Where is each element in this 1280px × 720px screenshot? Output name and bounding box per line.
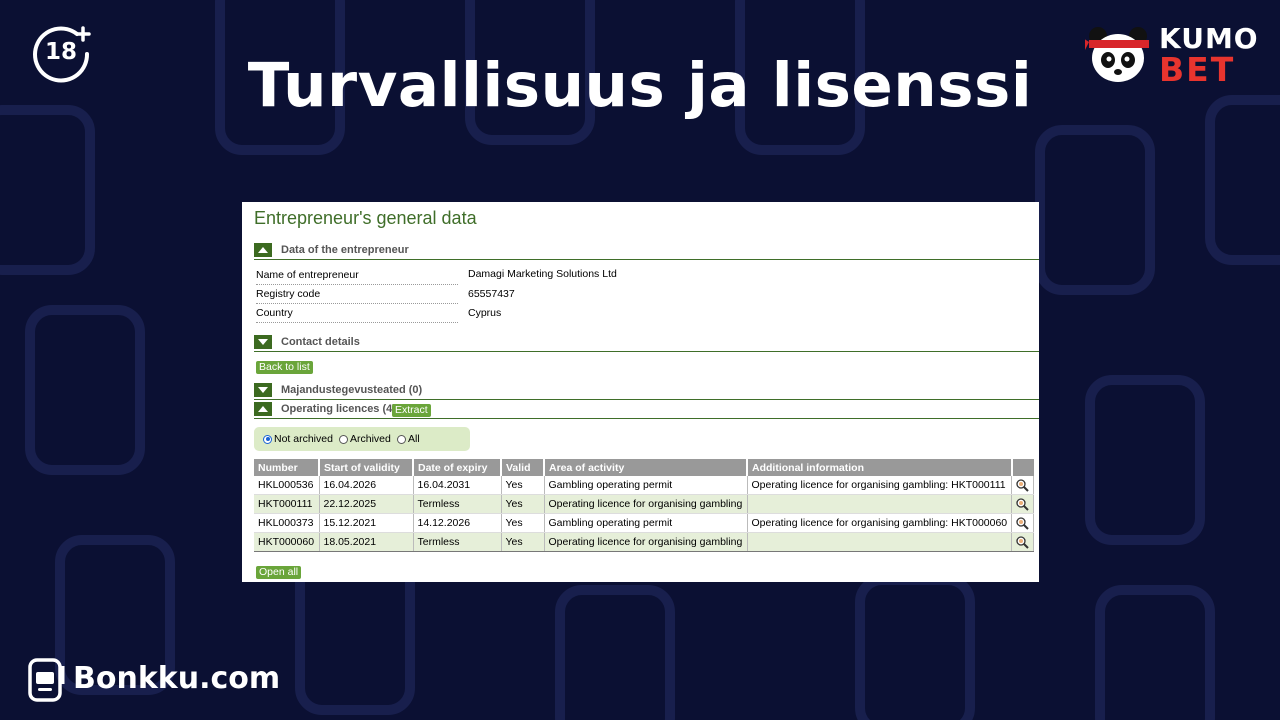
panda-mascot-icon	[1085, 27, 1149, 82]
section-majandus-header[interactable]: Majandustegevusteated (0)	[254, 383, 1039, 400]
back-to-list-button[interactable]: Back to list	[256, 361, 313, 374]
view-details-button[interactable]	[1011, 532, 1035, 552]
filter-not-archived[interactable]: Not archived	[263, 433, 333, 445]
cell-number: HKL000373	[254, 513, 320, 533]
section-licences-label: Operating licences (4)	[281, 403, 396, 415]
column-header-actions	[1011, 459, 1034, 476]
magnifier-icon[interactable]	[1016, 497, 1029, 511]
cell-number: HKT000060	[254, 532, 320, 552]
logo-text-bet: BET	[1159, 50, 1236, 89]
radio-selected-icon[interactable]	[263, 434, 272, 444]
section-entrepreneur-header[interactable]: Data of the entrepreneur	[254, 243, 1039, 260]
column-header[interactable]: Area of activity	[544, 459, 748, 476]
column-header[interactable]: Number	[254, 459, 320, 476]
column-header[interactable]: Additional information	[747, 459, 1013, 476]
cell-valid: Yes	[501, 494, 545, 514]
cell-valid: Yes	[501, 532, 545, 552]
table-row: HKL000536 16.04.2026 16.04.2031 Yes Gamb…	[254, 476, 1035, 495]
filter-archived[interactable]: Archived	[339, 433, 391, 445]
filter-all[interactable]: All	[397, 433, 420, 445]
expand-down-icon[interactable]	[254, 383, 272, 397]
magnifier-icon[interactable]	[1016, 478, 1029, 492]
kumobet-logo: KUMO BET	[1085, 22, 1258, 89]
field-label-registry: Registry code	[256, 285, 458, 304]
expand-down-icon[interactable]	[254, 335, 272, 349]
magnifier-icon[interactable]	[1016, 535, 1029, 549]
cell-expiry: 16.04.2031	[413, 476, 502, 495]
cell-expiry: 14.12.2026	[413, 513, 502, 533]
archive-filter: Not archived Archived All	[254, 427, 470, 451]
collapse-up-icon[interactable]	[254, 402, 272, 416]
cell-area: Gambling operating permit	[544, 476, 748, 495]
cell-valid: Yes	[501, 513, 545, 533]
cell-area: Operating licence for organising gamblin…	[544, 532, 748, 552]
extract-button[interactable]: Extract	[392, 404, 431, 417]
column-header[interactable]: Start of validity	[319, 459, 414, 476]
collapse-up-icon[interactable]	[254, 243, 272, 257]
panel-title: Entrepreneur's general data	[254, 208, 477, 228]
magnifier-icon[interactable]	[1016, 516, 1029, 530]
cell-start: 16.04.2026	[319, 476, 414, 495]
table-row: HKL000373 15.12.2021 14.12.2026 Yes Gamb…	[254, 513, 1035, 533]
licences-table: Number Start of validity Date of expiry …	[254, 459, 1035, 552]
cell-start: 22.12.2025	[319, 494, 414, 514]
cell-info: Operating licence for organising gamblin…	[747, 513, 1013, 533]
field-value-registry: 65557437	[468, 288, 515, 300]
cell-area: Gambling operating permit	[544, 513, 748, 533]
table-row: HKT000060 18.05.2021 Termless Yes Operat…	[254, 532, 1035, 552]
open-all-button[interactable]: Open all	[256, 566, 302, 579]
cell-start: 18.05.2021	[319, 532, 414, 552]
cell-start: 15.12.2021	[319, 513, 414, 533]
registry-screenshot-panel: Entrepreneur's general data Data of the …	[242, 202, 1039, 582]
section-entrepreneur-label: Data of the entrepreneur	[281, 244, 409, 256]
column-header[interactable]: Valid	[501, 459, 545, 476]
field-value-country: Cyprus	[468, 307, 502, 319]
cell-expiry: Termless	[413, 494, 502, 514]
slot-machine-icon	[28, 658, 65, 702]
cell-info: Operating licence for organising gamblin…	[747, 476, 1013, 495]
cell-number: HKT000111	[254, 494, 320, 514]
field-value-name: Damagi Marketing Solutions Ltd	[468, 268, 617, 280]
view-details-button[interactable]	[1011, 494, 1035, 514]
field-label-country: Country	[256, 304, 458, 323]
cell-valid: Yes	[501, 476, 545, 495]
section-contact-header[interactable]: Contact details	[254, 335, 1039, 352]
cell-number: HKL000536	[254, 476, 320, 495]
table-row: HKT000111 22.12.2025 Termless Yes Operat…	[254, 494, 1035, 514]
section-majandus-label: Majandustegevusteated (0)	[281, 384, 423, 396]
radio-icon[interactable]	[397, 434, 406, 444]
section-contact-label: Contact details	[281, 336, 360, 348]
view-details-button[interactable]	[1011, 476, 1035, 495]
cell-area: Operating licence for organising gamblin…	[544, 494, 748, 514]
cell-info	[747, 532, 1013, 552]
footer-brand-text: Bonkku.com	[73, 661, 281, 696]
section-licences-header[interactable]: Operating licences (4)	[254, 402, 1039, 419]
field-label-name: Name of entrepreneur	[256, 266, 458, 285]
cell-expiry: Termless	[413, 532, 502, 552]
cell-info	[747, 494, 1013, 514]
table-header-row: Number Start of validity Date of expiry …	[254, 459, 1034, 476]
radio-icon[interactable]	[339, 434, 348, 444]
view-details-button[interactable]	[1011, 513, 1035, 533]
column-header[interactable]: Date of expiry	[413, 459, 502, 476]
